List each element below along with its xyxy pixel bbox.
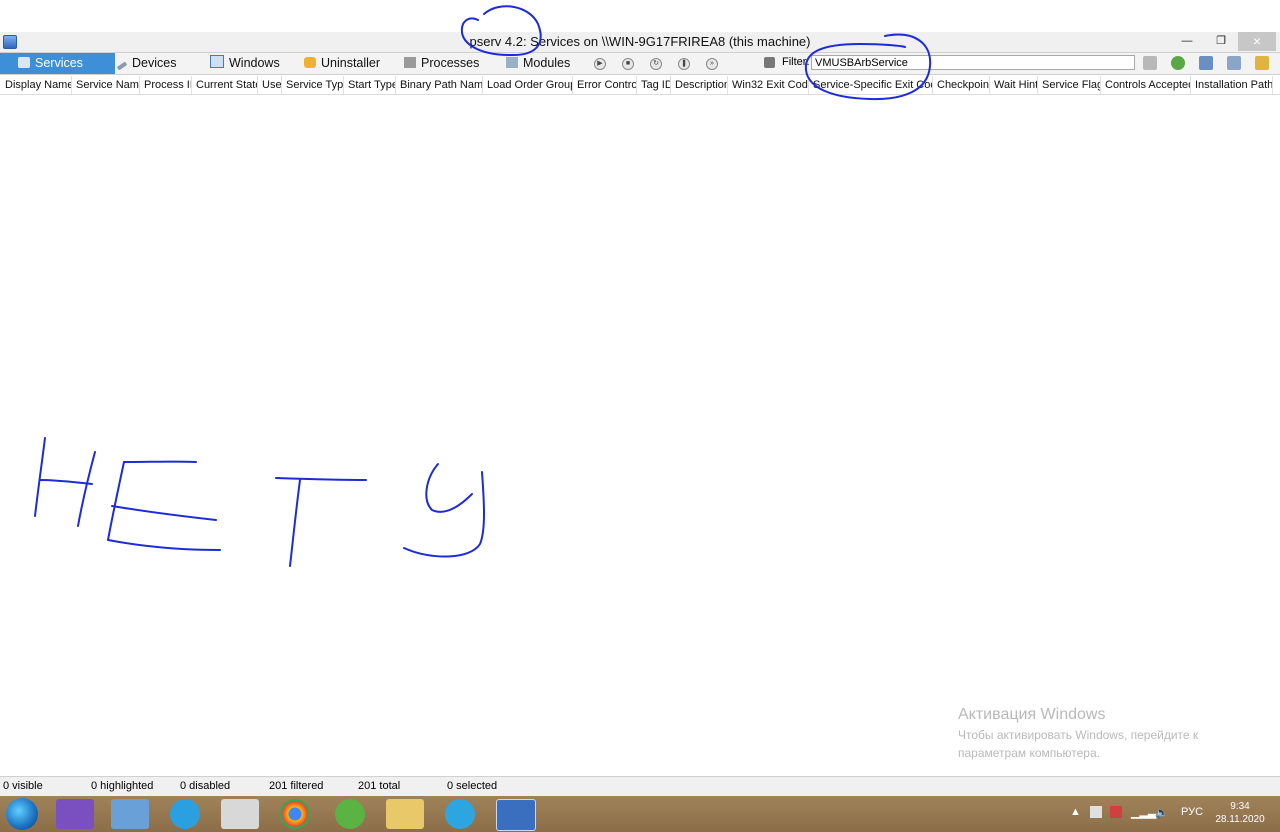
col-controls-accepted[interactable]: Controls Accepted [1101, 76, 1191, 94]
tab-uninstaller-label: Uninstaller [321, 56, 381, 70]
tab-processes-label: Processes [421, 56, 480, 70]
status-highlighted: 0 highlighted [91, 780, 154, 792]
paint-icon[interactable] [111, 799, 149, 829]
connect-icon[interactable] [1143, 56, 1157, 70]
col-description[interactable]: Description [671, 76, 728, 94]
filter-label: Filter: [782, 56, 810, 68]
processes-icon [404, 57, 416, 68]
col-load-order-group[interactable]: Load Order Group [483, 76, 573, 94]
file-explorer-icon[interactable] [386, 799, 424, 829]
services-list[interactable] [0, 95, 1280, 773]
chrome-icon[interactable] [280, 799, 310, 829]
shareit-icon[interactable] [170, 799, 200, 829]
col-service-type[interactable]: Service Type [282, 76, 344, 94]
filter-icon [764, 57, 775, 68]
status-total: 201 total [358, 780, 401, 792]
tab-windows-label: Windows [229, 56, 280, 70]
col-service-specific-exit-code[interactable]: Service-Specific Exit Code [809, 76, 933, 94]
stop-service-icon[interactable]: ■ [622, 58, 634, 70]
uninstaller-icon [304, 57, 316, 68]
tab-devices[interactable]: Devices [116, 53, 177, 74]
modules-icon [506, 57, 518, 68]
col-checkpoint[interactable]: Checkpoint [933, 76, 990, 94]
security-icon[interactable] [1110, 806, 1122, 818]
refresh-icon[interactable] [1171, 56, 1185, 70]
col-win32-exit-code[interactable]: Win32 Exit Code [728, 76, 809, 94]
activation-watermark-line1: Чтобы активировать Windows, перейдите к [958, 728, 1199, 742]
taskbar: ▲ ▁▂▃ 🔈 РУС 9:34 28.11.2020 [0, 796, 1280, 832]
visual-studio-icon[interactable] [56, 799, 94, 829]
restore-button[interactable]: ❐ [1204, 32, 1238, 51]
window-title: pserv 4.2: Services on \\WIN-9G17FRIREA8… [469, 34, 811, 49]
status-visible: 0 visible [3, 780, 43, 792]
telegram-icon[interactable] [445, 799, 475, 829]
activation-watermark-line2: параметрам компьютера. [958, 746, 1100, 760]
title-bar: pserv 4.2: Services on \\WIN-9G17FRIREA8… [0, 32, 1280, 53]
save-icon[interactable] [1199, 56, 1213, 70]
settings-icon[interactable] [1255, 56, 1269, 70]
tab-services-label: Services [35, 56, 83, 70]
col-tag-id[interactable]: Tag ID [637, 76, 671, 94]
col-installation-path[interactable]: Installation Path [1191, 76, 1273, 94]
tray-expand-icon[interactable]: ▲ [1070, 806, 1081, 818]
activation-watermark-title: Активация Windows [958, 706, 1106, 723]
clock[interactable]: 9:34 28.11.2020 [1212, 800, 1268, 826]
col-user[interactable]: User [258, 76, 282, 94]
tab-uninstaller[interactable]: Uninstaller [304, 53, 380, 74]
clock-time: 9:34 [1230, 801, 1250, 812]
tab-processes[interactable]: Processes [404, 53, 479, 74]
close-button[interactable]: × [1238, 32, 1276, 51]
status-disabled: 0 disabled [180, 780, 231, 792]
network-icon[interactable]: ▁▂▃ [1131, 806, 1156, 819]
col-wait-hint[interactable]: Wait Hint [990, 76, 1038, 94]
language-indicator[interactable]: РУС [1181, 806, 1203, 818]
col-service-flags[interactable]: Service Flags [1038, 76, 1101, 94]
minimize-button[interactable]: — [1170, 32, 1204, 51]
toolbar: Services Devices Windows Uninstaller Pro… [0, 53, 1280, 75]
tab-services[interactable]: Services [0, 53, 115, 74]
services-icon [18, 57, 30, 68]
col-error-control[interactable]: Error Control [573, 76, 637, 94]
col-service-name[interactable]: Service Name [72, 76, 140, 94]
start-service-icon[interactable]: ▶ [594, 58, 606, 70]
tab-devices-label: Devices [132, 56, 177, 70]
find-icon[interactable] [1227, 56, 1241, 70]
start-button[interactable] [6, 798, 38, 830]
col-current-state[interactable]: Current State [192, 76, 258, 94]
tab-windows[interactable]: Windows [210, 53, 280, 74]
status-selected: 0 selected [447, 780, 498, 792]
tab-modules[interactable]: Modules [506, 53, 570, 74]
column-header: Display Name Service Name Process ID Cur… [0, 76, 1280, 95]
status-filtered: 201 filtered [269, 780, 324, 792]
wrench-icon [116, 61, 128, 71]
utorrent-icon[interactable] [335, 799, 365, 829]
window-icon [210, 55, 224, 68]
col-process-id[interactable]: Process ID [140, 76, 192, 94]
pserv-taskbar-icon[interactable] [496, 799, 536, 831]
col-binary-path-name[interactable]: Binary Path Name [396, 76, 483, 94]
continue-service-icon[interactable]: » [706, 58, 718, 70]
keyboard-icon[interactable] [221, 799, 259, 829]
volume-icon[interactable]: 🔈 [1155, 806, 1169, 819]
restart-service-icon[interactable]: ↻ [650, 58, 662, 70]
col-start-type[interactable]: Start Type [344, 76, 396, 94]
filter-input[interactable] [811, 55, 1135, 70]
tab-modules-label: Modules [523, 56, 571, 70]
status-bar: 0 visible 0 highlighted 0 disabled 201 f… [0, 776, 1280, 797]
clock-date: 28.11.2020 [1215, 814, 1265, 825]
pause-service-icon[interactable]: ❚ [678, 58, 690, 70]
col-display-name[interactable]: Display Name [1, 76, 72, 94]
action-center-icon[interactable] [1090, 806, 1102, 818]
